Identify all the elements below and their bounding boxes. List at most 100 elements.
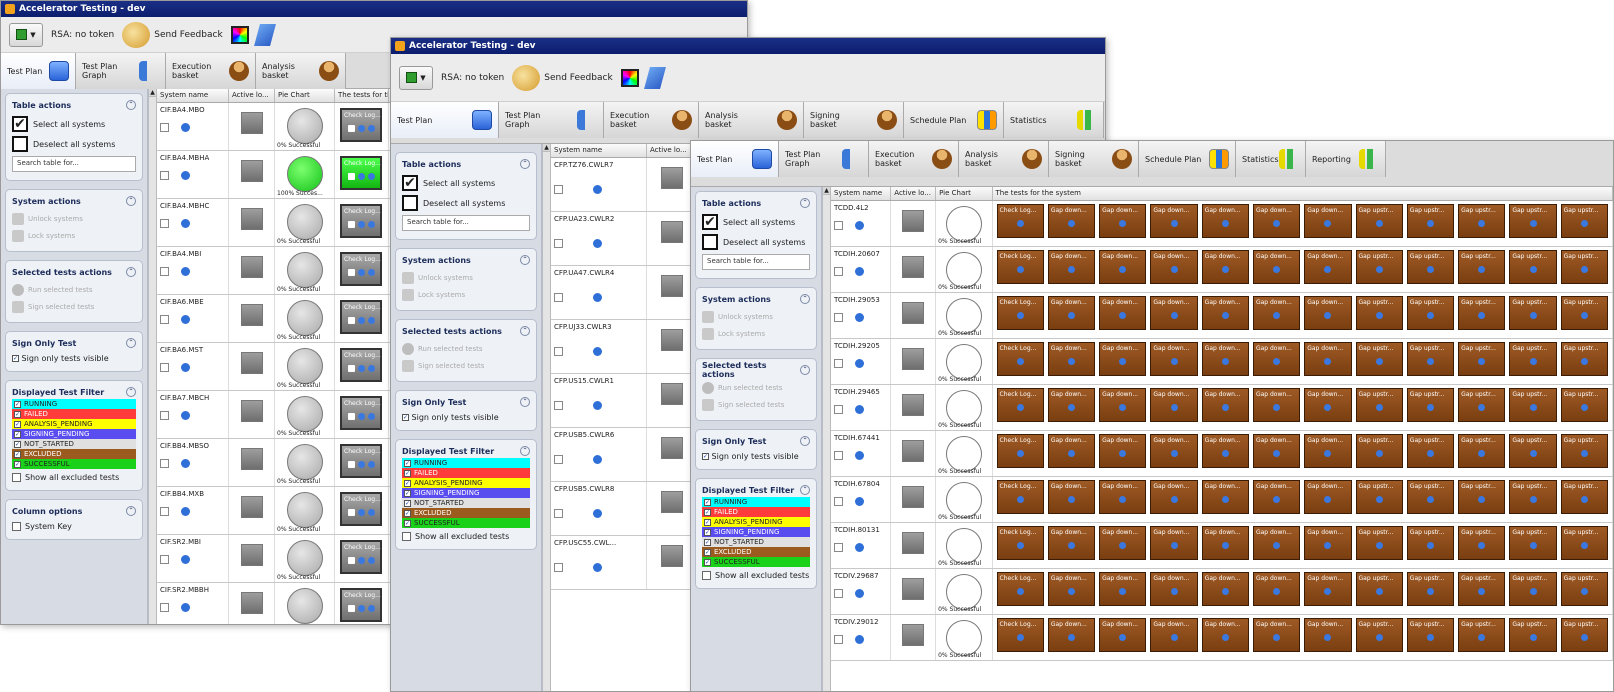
filter-item-signing-pending[interactable]: ✓ SIGNING_PENDING <box>12 429 136 439</box>
lock-icon[interactable] <box>660 545 683 567</box>
lock-icon[interactable] <box>902 532 925 554</box>
row-checkbox[interactable] <box>160 411 169 420</box>
row-checkbox[interactable] <box>554 401 563 410</box>
test-button[interactable]: Gap upstr... <box>1509 204 1557 238</box>
test-button[interactable]: Gap upstr... <box>1560 526 1608 560</box>
collapse-icon[interactable]: ⌃ <box>126 387 136 397</box>
lock-icon[interactable] <box>902 348 925 370</box>
lock-icon[interactable] <box>660 221 683 243</box>
test-button[interactable]: Gap upstr... <box>1560 572 1608 606</box>
column-header[interactable]: The tests for the system <box>993 187 1613 200</box>
test-button[interactable]: Gap down... <box>1047 618 1096 652</box>
test-button[interactable]: Check Log... <box>340 252 382 286</box>
tab-execution-basket[interactable]: Execution basket <box>869 141 959 177</box>
scroll-up-icon[interactable]: ▲ <box>823 187 830 195</box>
row-checkbox[interactable] <box>160 171 169 180</box>
tab-analysis-basket[interactable]: Analysis basket <box>699 102 804 138</box>
info-icon[interactable] <box>181 555 190 564</box>
test-button[interactable]: Gap upstr... <box>1458 250 1506 284</box>
row-checkbox[interactable] <box>160 507 169 516</box>
run-selected-button[interactable]: Run selected tests <box>702 382 810 394</box>
lock-icon[interactable] <box>240 496 263 518</box>
info-icon[interactable] <box>593 293 602 302</box>
test-button[interactable]: Gap upstr... <box>1355 250 1403 284</box>
row-checkbox[interactable] <box>834 589 843 598</box>
lock-icon[interactable] <box>660 275 683 297</box>
pen-icon[interactable] <box>643 66 666 89</box>
tab-analysis-basket[interactable]: Analysis basket <box>256 53 346 89</box>
filter-item-running[interactable]: ✓ RUNNING <box>12 399 136 409</box>
tab-test-plan-graph[interactable]: Test Plan Graph <box>499 102 604 138</box>
show-excluded-checkbox[interactable]: Show all excluded tests <box>702 571 810 580</box>
lock-icon[interactable] <box>240 112 263 134</box>
info-icon[interactable] <box>181 219 190 228</box>
checkbox-icon[interactable]: ✓ <box>404 459 411 467</box>
test-button[interactable]: Gap upstr... <box>1560 296 1608 330</box>
scroll-up-icon[interactable]: ▲ <box>149 89 156 97</box>
table-row[interactable]: TCDD.4L2 0% Successful Check Log... Gap dow… <box>831 201 1613 247</box>
info-icon[interactable] <box>855 405 864 414</box>
test-button[interactable]: Gap upstr... <box>1509 296 1557 330</box>
filter-item-failed[interactable]: ✓ FAILED <box>402 468 530 478</box>
test-button[interactable]: Gap down... <box>1304 526 1352 560</box>
tab-test-plan[interactable]: Test Plan <box>1 53 76 89</box>
unlock-systems-button[interactable]: Unlock systems <box>12 213 136 225</box>
test-button[interactable]: Gap down... <box>1099 572 1147 606</box>
search-input[interactable]: Search table for... <box>12 156 136 172</box>
collapse-icon[interactable]: ⌃ <box>126 196 136 206</box>
test-button[interactable]: Gap down... <box>1099 250 1147 284</box>
run-selected-button[interactable]: Run selected tests <box>402 343 530 355</box>
unlock-systems-button[interactable]: Unlock systems <box>402 272 530 284</box>
test-button[interactable]: Gap down... <box>1047 204 1096 238</box>
checkbox-icon[interactable]: ✓ <box>404 489 411 497</box>
tab-schedule-plan[interactable]: Schedule Plan <box>1139 141 1236 177</box>
deselect-all-button[interactable]: Deselect all systems <box>12 136 136 152</box>
checkbox-icon[interactable]: ✓ <box>14 450 21 458</box>
test-button[interactable]: Gap upstr... <box>1560 434 1608 468</box>
test-button[interactable]: Check Log... <box>340 492 382 526</box>
test-button[interactable]: Gap upstr... <box>1458 572 1506 606</box>
test-button[interactable]: Gap down... <box>1252 342 1301 376</box>
collapse-icon[interactable]: ⌃ <box>520 326 530 336</box>
lock-systems-button[interactable]: Lock systems <box>402 289 530 301</box>
test-button[interactable]: Gap down... <box>1201 572 1249 606</box>
collapse-icon[interactable]: ⌃ <box>520 255 530 265</box>
lock-icon[interactable] <box>902 486 925 508</box>
info-icon[interactable] <box>855 497 864 506</box>
test-button[interactable]: Gap down... <box>1099 342 1147 376</box>
row-checkbox[interactable] <box>160 219 169 228</box>
test-button[interactable]: Check Log... <box>996 250 1044 284</box>
test-button[interactable]: Gap upstr... <box>1355 434 1403 468</box>
row-checkbox[interactable] <box>834 405 843 414</box>
checkbox-icon[interactable]: ✓ <box>404 499 411 507</box>
info-icon[interactable] <box>593 347 602 356</box>
test-button[interactable]: Gap down... <box>1150 388 1198 422</box>
test-button[interactable]: Gap upstr... <box>1406 618 1455 652</box>
row-checkbox[interactable] <box>834 451 843 460</box>
system-key-checkbox[interactable]: System Key <box>12 522 136 531</box>
send-feedback-button[interactable]: Send Feedback <box>122 21 223 48</box>
test-button[interactable]: Gap down... <box>1304 388 1352 422</box>
table-row[interactable]: TCDIH.29465 0% Successful Check Log... Gap … <box>831 385 1613 431</box>
row-checkbox[interactable] <box>160 459 169 468</box>
row-checkbox[interactable] <box>160 315 169 324</box>
test-button[interactable]: Gap upstr... <box>1560 388 1608 422</box>
test-button[interactable]: Gap upstr... <box>1509 480 1557 514</box>
filter-item-successful[interactable]: ✓ SUCCESSFUL <box>702 557 810 567</box>
test-button[interactable]: Gap upstr... <box>1560 618 1608 652</box>
row-checkbox[interactable] <box>160 363 169 372</box>
filter-item-excluded[interactable]: ✓ EXCLUDED <box>702 547 810 557</box>
row-checkbox[interactable] <box>554 347 563 356</box>
sign-selected-button[interactable]: Sign selected tests <box>12 301 136 313</box>
tab-analysis-basket[interactable]: Analysis basket <box>959 141 1049 177</box>
test-button[interactable]: Gap upstr... <box>1458 434 1506 468</box>
checkbox-icon[interactable]: ✓ <box>14 430 21 438</box>
test-button[interactable]: Gap upstr... <box>1406 526 1455 560</box>
info-icon[interactable] <box>593 563 602 572</box>
filter-item-excluded[interactable]: ✓ EXCLUDED <box>12 449 136 459</box>
test-button[interactable]: Gap upstr... <box>1509 250 1557 284</box>
info-icon[interactable] <box>855 451 864 460</box>
info-icon[interactable] <box>181 459 190 468</box>
lock-icon[interactable] <box>240 352 263 374</box>
checkbox-icon[interactable]: ✓ <box>404 479 411 487</box>
